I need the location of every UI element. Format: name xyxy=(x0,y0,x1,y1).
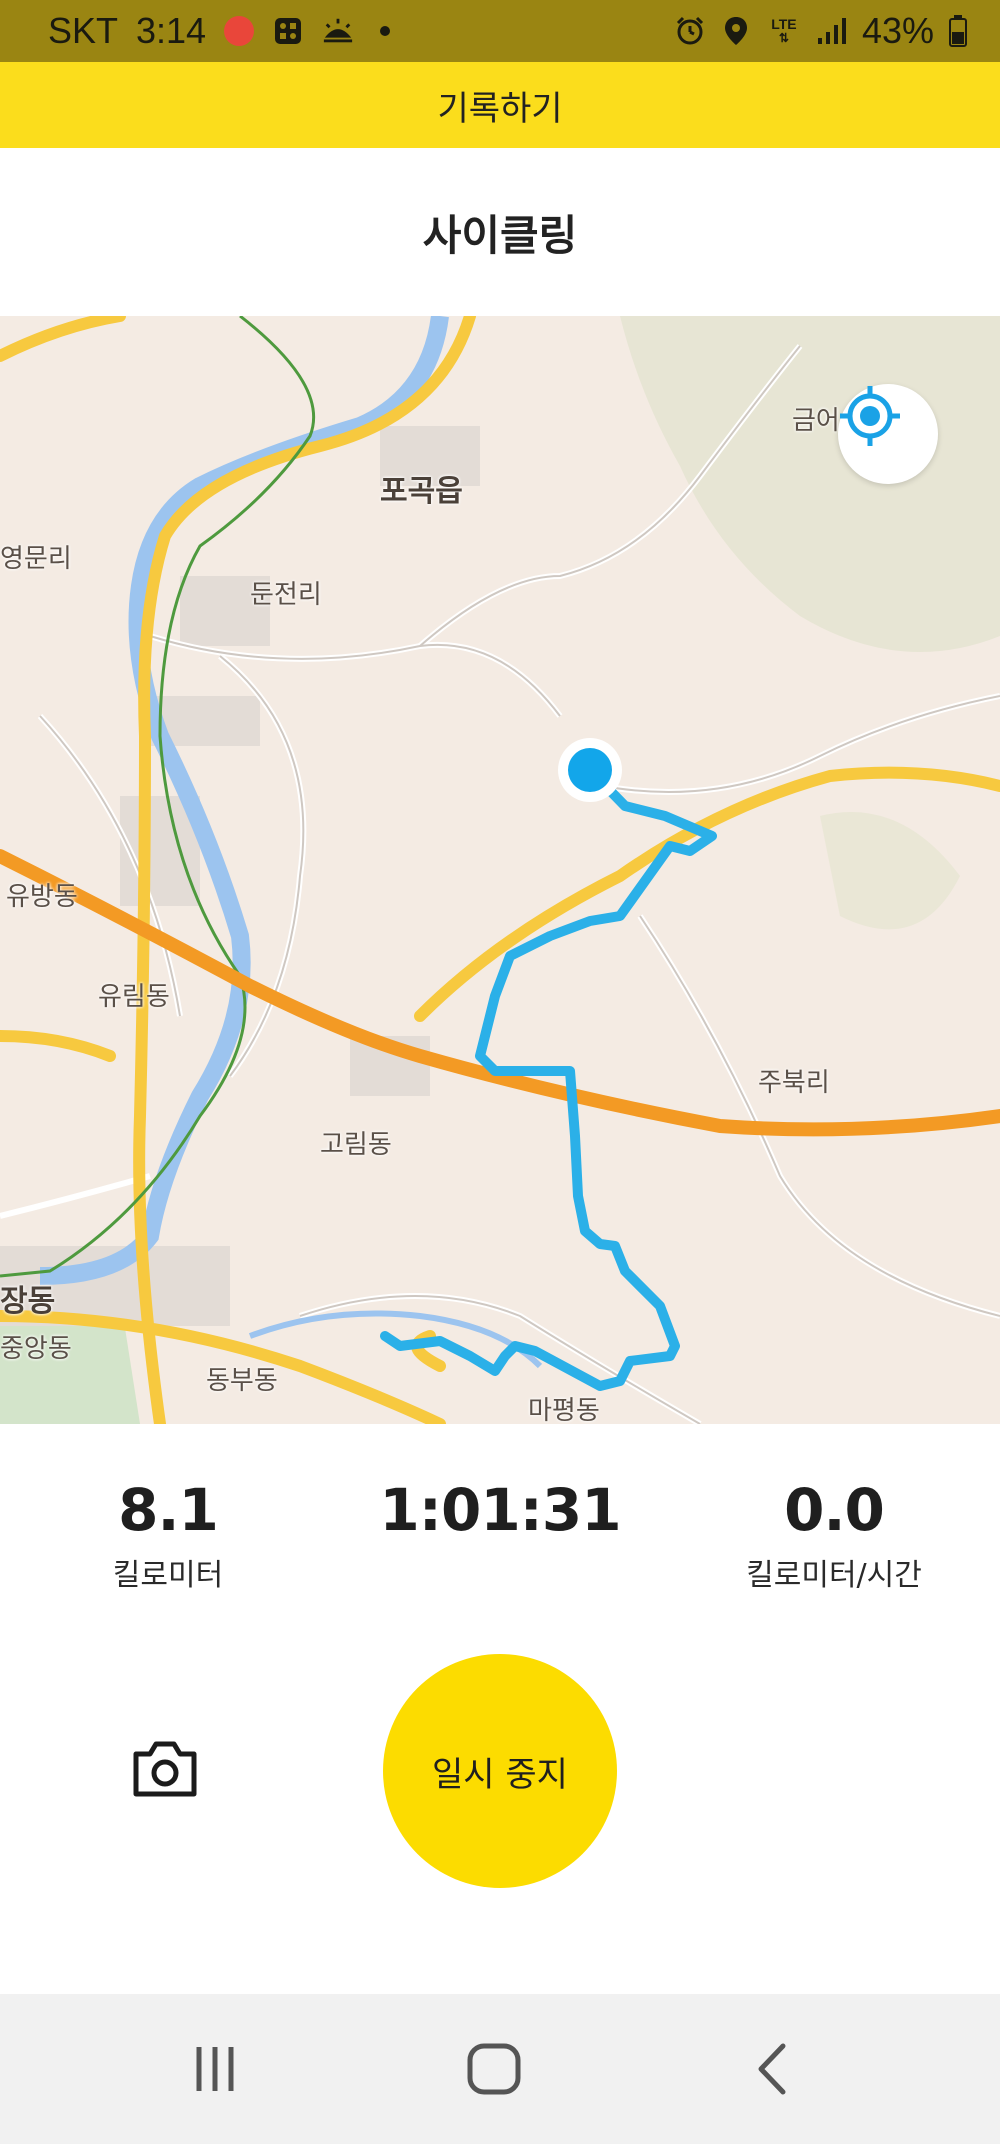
activity-stats: 8.1 킬로미터 1:01:31 0.0 킬로미터/시간 xyxy=(0,1424,1000,1624)
activity-type-header[interactable]: 사이클링 xyxy=(0,148,1000,316)
current-location-marker xyxy=(568,748,612,792)
map-label: 금어 xyxy=(792,406,840,436)
camera-icon xyxy=(133,1741,197,1797)
battery-icon xyxy=(948,15,968,47)
alarm-icon xyxy=(674,15,706,47)
app-bar-title: 기록하기 xyxy=(437,88,563,129)
pause-button[interactable]: 일시 중지 xyxy=(383,1654,617,1888)
signal-icon xyxy=(816,15,848,47)
map-label: 유방동 xyxy=(6,882,78,912)
recent-apps-button[interactable] xyxy=(170,2034,260,2104)
crosshair-icon xyxy=(840,386,900,446)
status-bar: SKT 3:14 LTE ⇅ 43% xyxy=(0,0,1000,62)
map-label: 장동 xyxy=(0,1284,56,1319)
notification-dot-icon xyxy=(380,26,391,36)
map-label: 둔전리 xyxy=(250,580,322,610)
activity-type-label: 사이클링 xyxy=(422,210,578,260)
speed-unit: 킬로미터/시간 xyxy=(746,1558,922,1593)
system-nav-bar xyxy=(0,1994,1000,2144)
carrier-label: SKT xyxy=(48,10,119,51)
app-bar: 기록하기 xyxy=(0,62,1000,148)
map-label: 중앙동 xyxy=(0,1334,72,1364)
battery-percent: 43% xyxy=(861,10,934,51)
map-canvas xyxy=(0,316,1000,1424)
home-icon xyxy=(467,2043,521,2095)
duration-value: 1:01:31 xyxy=(379,1476,621,1544)
speed-value: 0.0 xyxy=(784,1476,885,1544)
recording-controls: 일시 중지 xyxy=(0,1624,1000,1994)
back-icon xyxy=(758,2043,786,2095)
duration-stat: 1:01:31 xyxy=(350,1476,650,1544)
map-label: 마평동 xyxy=(528,1396,600,1424)
speed-stat: 0.0 킬로미터/시간 xyxy=(684,1476,984,1594)
weather-icon xyxy=(322,15,354,47)
recent-apps-icon xyxy=(196,2047,234,2091)
app-badge-icon xyxy=(272,15,304,47)
record-dot-icon xyxy=(224,16,255,46)
distance-unit: 킬로미터 xyxy=(112,1558,224,1593)
my-location-button[interactable] xyxy=(838,384,938,484)
route-map[interactable]: 포곡읍 둔전리 영문리 유방동 유림동 고림동 주북리 장동 중앙동 동부동 마… xyxy=(0,316,1000,1424)
location-icon xyxy=(720,15,752,47)
lte-icon: LTE ⇅ xyxy=(771,16,797,45)
map-label: 동부동 xyxy=(206,1366,278,1396)
map-label: 포곡읍 xyxy=(380,474,463,509)
map-label: 주북리 xyxy=(758,1068,830,1098)
camera-button[interactable] xyxy=(110,1714,220,1824)
map-label: 고림동 xyxy=(320,1130,392,1160)
distance-value: 8.1 xyxy=(118,1476,219,1544)
home-button[interactable] xyxy=(449,2034,539,2104)
map-label: 영문리 xyxy=(0,544,72,574)
map-label: 유림동 xyxy=(98,982,170,1012)
distance-stat: 8.1 킬로미터 xyxy=(18,1476,318,1594)
clock: 3:14 xyxy=(136,10,207,51)
back-button[interactable] xyxy=(728,2034,818,2104)
